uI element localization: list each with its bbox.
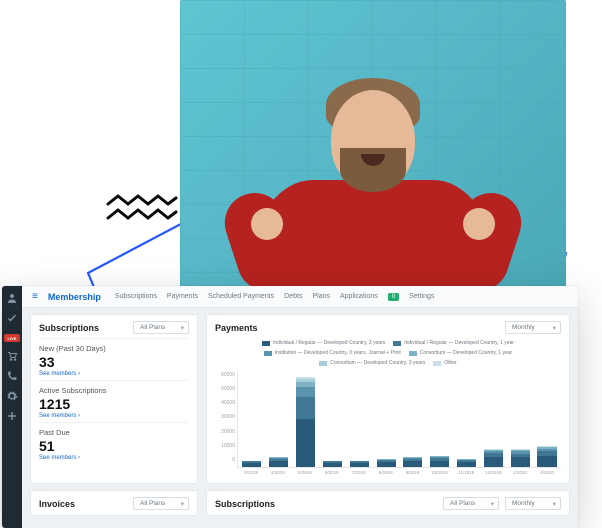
payments-period-select[interactable]: Monthly ▾: [505, 321, 561, 334]
subscriptions-card: Subscriptions All Plans ▾ New (Past 30 D…: [30, 314, 198, 484]
menu-icon[interactable]: ≡: [32, 292, 38, 302]
tab-plans[interactable]: Plans: [312, 293, 330, 300]
subs2-plan-select[interactable]: All Plans ▾: [443, 497, 499, 510]
legend-item: Consortium — Developed Country, 3 years: [319, 360, 425, 366]
stat-link[interactable]: See members ›: [39, 413, 189, 419]
chart-column: [508, 449, 532, 467]
stat-group: Past Due51See members ›: [39, 422, 189, 464]
plus-icon[interactable]: [6, 410, 18, 422]
app-brand: Membership: [48, 292, 101, 302]
stat-link[interactable]: See members ›: [39, 455, 189, 461]
subs2-title: Subscriptions: [215, 499, 275, 509]
left-rail: LIVE: [2, 286, 22, 528]
chart-column: [401, 457, 425, 467]
invoices-filter-select[interactable]: All Plans ▾: [133, 497, 189, 510]
chart-column: [455, 459, 479, 467]
tab-applications[interactable]: Applications: [340, 293, 378, 300]
phone-icon[interactable]: [6, 370, 18, 382]
tab-payments[interactable]: Payments: [167, 293, 198, 300]
stat-value: 1215: [39, 396, 189, 412]
select-value: Monthly: [512, 324, 535, 331]
chart-column: [320, 461, 344, 467]
chevron-down-icon: ▾: [181, 500, 184, 508]
stat-group: Active Subscriptions1215See members ›: [39, 380, 189, 422]
chart-column: [535, 446, 559, 467]
chart-column: [481, 449, 505, 467]
chart-column: [374, 459, 398, 467]
chevron-down-icon: ▾: [491, 500, 494, 508]
stat-label: New (Past 30 Days): [39, 344, 189, 353]
legend-item: Individual / Regular — Developed Country…: [393, 340, 514, 346]
legend-item: Institution — Developed Country, 3 years…: [264, 350, 401, 356]
subscriptions-filter-select[interactable]: All Plans ▾: [133, 321, 189, 334]
chart-x-axis: 3/20194/20195/20196/20197/20198/20199/20…: [237, 468, 561, 475]
legend-item: Other: [433, 360, 457, 366]
stat-label: Past Due: [39, 428, 189, 437]
dashboard-window: LIVE ≡ Membership Subscriptions Payments…: [2, 286, 578, 528]
stat-label: Active Subscriptions: [39, 386, 189, 395]
legend-item: Consortium — Developed Country, 1 year: [409, 350, 512, 356]
decor-zigzag: [106, 194, 178, 224]
stat-group: New (Past 30 Days)33See members ›: [39, 338, 189, 380]
select-value: All Plans: [450, 500, 475, 507]
select-value: Monthly: [512, 500, 535, 507]
chevron-down-icon: ▾: [181, 324, 184, 332]
applications-count-pill: 0: [388, 293, 399, 301]
users-icon[interactable]: [6, 292, 18, 304]
subs2-period-select[interactable]: Monthly ▾: [505, 497, 561, 510]
invoices-card: Invoices All Plans ▾: [30, 490, 198, 516]
tab-debts[interactable]: Debts: [284, 293, 302, 300]
chart-column: [428, 456, 452, 467]
live-badge: LIVE: [4, 334, 20, 342]
hero-photo: [180, 0, 566, 300]
subscriptions-chart-card: Subscriptions All Plans ▾ Monthly ▾: [206, 490, 570, 516]
chart-column: [240, 461, 264, 467]
chart-column: [294, 377, 318, 467]
tab-settings[interactable]: Settings: [409, 293, 434, 300]
check-icon[interactable]: [6, 312, 18, 324]
tab-subscriptions[interactable]: Subscriptions: [115, 293, 157, 300]
stat-link[interactable]: See members ›: [39, 371, 189, 377]
subscriptions-title: Subscriptions: [39, 323, 99, 333]
tab-scheduled-payments[interactable]: Scheduled Payments: [208, 293, 274, 300]
invoices-title: Invoices: [39, 499, 75, 509]
chart-column: [347, 461, 371, 467]
topbar: ≡ Membership Subscriptions Payments Sche…: [22, 286, 578, 308]
select-value: All Plans: [140, 500, 165, 507]
payments-title: Payments: [215, 323, 258, 333]
select-value: All Plans: [140, 324, 165, 331]
payments-chart: 6000050000400003000020000100000 3/20194/…: [215, 370, 561, 475]
payments-card: Payments Monthly ▾ Individual / Regular …: [206, 314, 570, 484]
stat-value: 33: [39, 354, 189, 370]
stat-value: 51: [39, 438, 189, 454]
chevron-down-icon: ▾: [553, 500, 556, 508]
legend-item: Individual / Regular — Developed Country…: [262, 340, 385, 346]
chart-bars: [237, 370, 561, 468]
chart-y-axis: 6000050000400003000020000100000: [215, 370, 237, 475]
chart-legend: Individual / Regular — Developed Country…: [215, 340, 561, 366]
chart-column: [267, 457, 291, 467]
gear-icon[interactable]: [6, 390, 18, 402]
chevron-down-icon: ▾: [553, 324, 556, 332]
cart-icon[interactable]: [6, 350, 18, 362]
